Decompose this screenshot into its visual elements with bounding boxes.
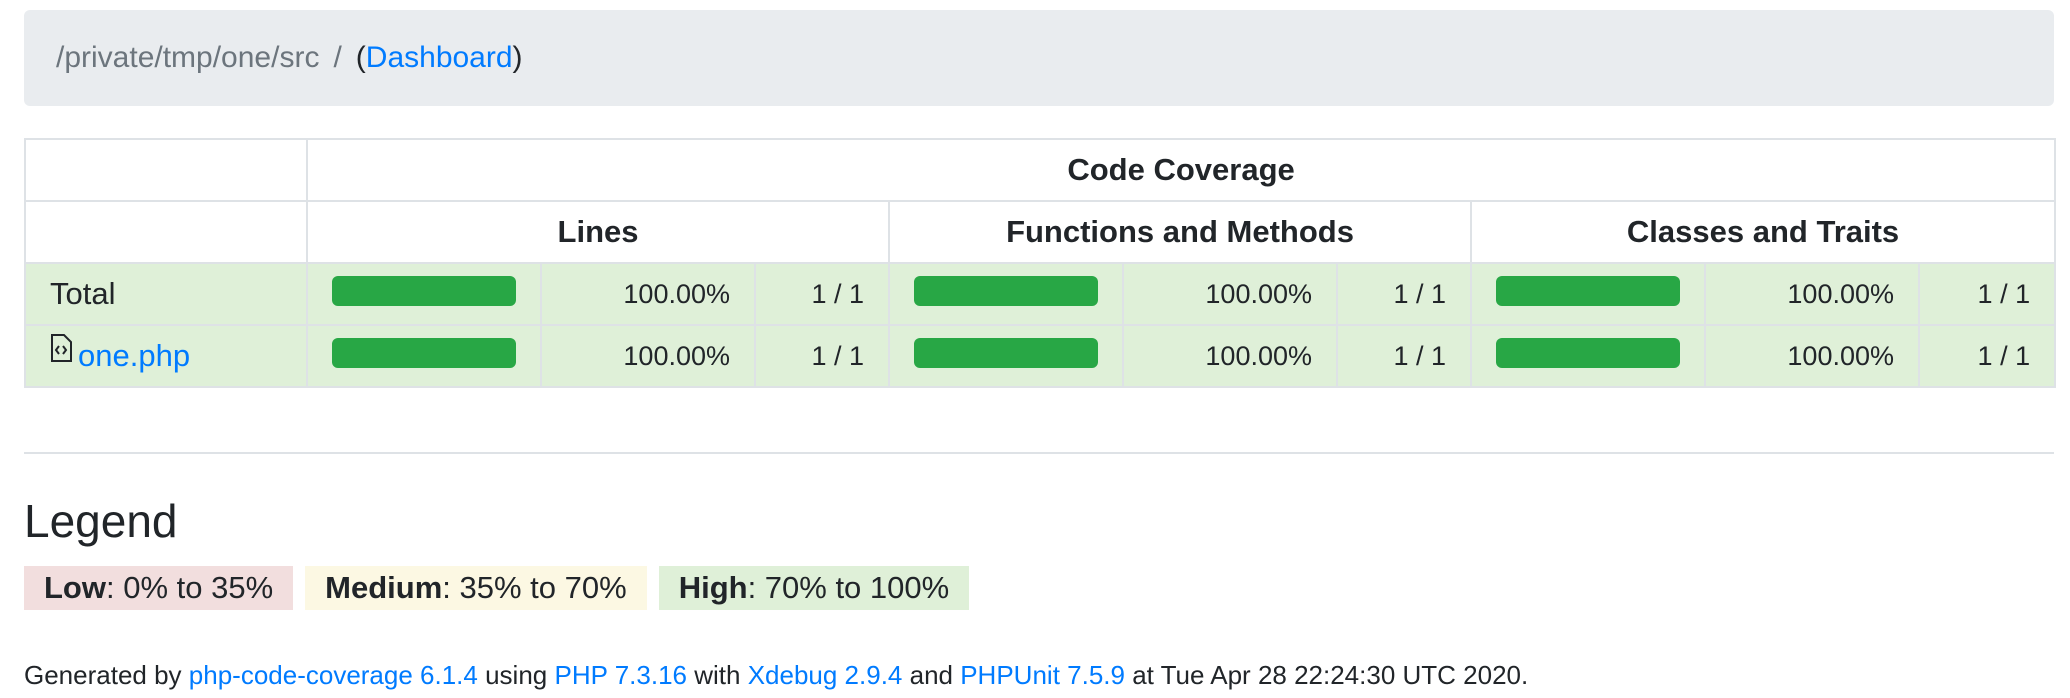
classes-bar-cell <box>1470 324 1706 388</box>
breadcrumb-close-paren: ) <box>512 41 523 74</box>
lines-ratio: 1 / 1 <box>754 324 890 388</box>
php-link[interactable]: PHP 7.3.16 <box>554 660 687 690</box>
classes-progress-bar <box>1496 276 1680 306</box>
phpunit-link[interactable]: PHPUnit 7.5.9 <box>960 660 1125 690</box>
breadcrumb-open-paren: ( <box>355 41 366 74</box>
coverage-table: Code Coverage Lines Functions and Method… <box>24 138 2057 388</box>
coverage-rows: Total 100.00% 1 / 1 100.00% 1 / 1 100.00% 1 / … <box>24 262 2057 388</box>
classes-header: Classes and Traits <box>1469 200 2057 264</box>
dashboard-link[interactable]: Dashboard <box>366 41 513 75</box>
group-header-row: Code Coverage <box>24 138 2057 202</box>
lines-progress-bar <box>332 276 516 306</box>
legend-low: Low: 0% to 35% <box>24 566 294 610</box>
row-label: Total <box>50 276 116 311</box>
functions-ratio: 1 / 1 <box>1336 324 1472 388</box>
xdebug-link[interactable]: Xdebug 2.9.4 <box>748 660 903 690</box>
legend-medium-range: : 35% to 70% <box>442 570 627 605</box>
file-link[interactable]: one.php <box>78 338 190 373</box>
code-coverage-header: Code Coverage <box>305 138 2057 202</box>
footer-generated-by: Generated by <box>24 660 189 690</box>
functions-ratio: 1 / 1 <box>1336 262 1472 326</box>
table-row: one.php 100.00% 1 / 1 100.00% 1 / 1 100.00% 1 … <box>24 324 2057 388</box>
row-name-cell: one.php <box>24 324 308 388</box>
lines-percent: 100.00% <box>540 324 756 388</box>
lines-bar-cell <box>306 262 542 326</box>
empty-header-cell <box>24 138 308 202</box>
breadcrumb-separator: / <box>333 41 342 74</box>
footer: Generated by php-code-coverage 6.1.4 usi… <box>24 660 1528 691</box>
classes-percent: 100.00% <box>1704 262 1920 326</box>
classes-bar-cell <box>1470 262 1706 326</box>
functions-percent: 100.00% <box>1122 324 1338 388</box>
lines-progress-bar <box>332 338 516 368</box>
legend-high: High: 70% to 100% <box>658 566 970 610</box>
table-row: Total 100.00% 1 / 1 100.00% 1 / 1 100.00% 1 / … <box>24 262 2057 326</box>
classes-percent: 100.00% <box>1704 324 1920 388</box>
php-code-coverage-link[interactable]: php-code-coverage 6.1.4 <box>189 660 478 690</box>
legend-medium-label: Medium <box>325 570 443 605</box>
column-header-row: Lines Functions and Methods Classes and … <box>24 200 2057 264</box>
functions-percent: 100.00% <box>1122 262 1338 326</box>
lines-header: Lines <box>306 200 890 264</box>
functions-progress-bar <box>914 276 1098 306</box>
breadcrumb: /private/tmp/one/src / (Dashboard) <box>24 10 2054 106</box>
legend: Low: 0% to 35% Medium: 35% to 70% High: … <box>24 566 970 610</box>
page: /private/tmp/one/src / (Dashboard) Code … <box>24 10 2057 690</box>
lines-percent: 100.00% <box>540 262 756 326</box>
row-name-cell: Total <box>24 262 308 326</box>
legend-low-range: : 0% to 35% <box>106 570 274 605</box>
footer-timestamp: at Tue Apr 28 22:24:30 UTC 2020. <box>1124 660 1529 690</box>
legend-high-label: High <box>678 570 748 605</box>
legend-medium: Medium: 35% to 70% <box>305 566 647 610</box>
breadcrumb-path: /private/tmp/one/src <box>56 41 320 74</box>
footer-with: with <box>687 660 748 690</box>
lines-bar-cell <box>306 324 542 388</box>
classes-ratio: 1 / 1 <box>1917 324 2057 388</box>
classes-ratio: 1 / 1 <box>1917 262 2057 326</box>
footer-using: using <box>477 660 555 690</box>
legend-high-range: : 70% to 100% <box>747 570 950 605</box>
functions-bar-cell <box>888 262 1124 326</box>
divider <box>24 452 2054 454</box>
functions-progress-bar <box>914 338 1098 368</box>
classes-progress-bar <box>1496 338 1680 368</box>
functions-bar-cell <box>888 324 1124 388</box>
lines-ratio: 1 / 1 <box>754 262 890 326</box>
legend-low-label: Low <box>44 570 106 605</box>
file-code-icon <box>50 333 72 370</box>
functions-header: Functions and Methods <box>888 200 1472 264</box>
empty-header-cell <box>24 200 308 264</box>
footer-and: and <box>902 660 961 690</box>
legend-title: Legend <box>24 495 178 547</box>
